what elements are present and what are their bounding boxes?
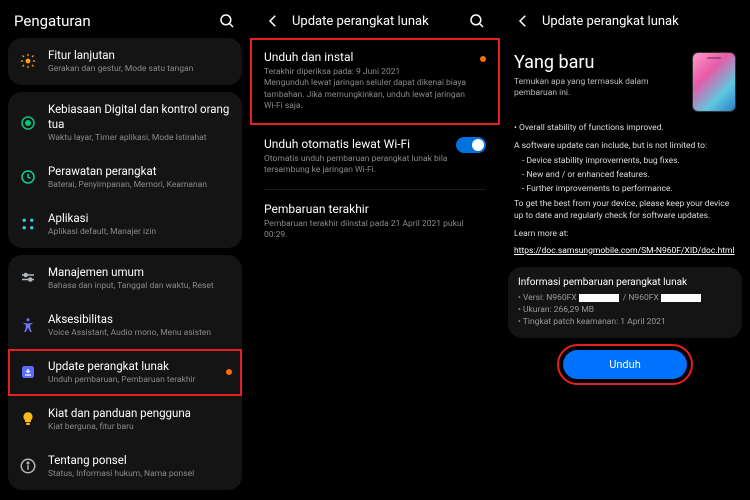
group: Kebiasaan Digital dan kontrol orang tua … <box>8 92 242 248</box>
row-subtitle: Terakhir diperiksa pada: 9 Juni 2021 Men… <box>264 67 472 113</box>
row-unduh-otomatis[interactable]: Unduh otomatis lewat Wi-Fi Otomatis undu… <box>250 125 500 189</box>
wellbeing-icon <box>18 113 38 133</box>
info-line: • Ukuran: 266,29 MB <box>518 305 732 317</box>
hero-title: Yang baru <box>514 52 682 73</box>
row-fitur-lanjutan[interactable]: Fitur lanjutan Gerakan dan gestur, Mode … <box>8 38 242 85</box>
learn-more-link[interactable]: https://doc.samsungmobile.com/SM-N960F/X… <box>514 245 735 257</box>
accessibility-icon <box>18 315 38 335</box>
header: Pengaturan <box>0 0 250 38</box>
tips-icon <box>18 409 38 429</box>
changelog: • Overall stability of functions improve… <box>500 122 750 257</box>
row-text: Manajemen umum Bahasa dan input, Tanggal… <box>48 265 232 292</box>
row-title: Unduh otomatis lewat Wi-Fi <box>264 137 448 151</box>
page-title: Update perangkat lunak <box>292 14 458 29</box>
notification-badge <box>226 369 232 375</box>
device-image <box>692 52 736 112</box>
search-icon[interactable] <box>218 12 236 30</box>
row-subtitle: Bahasa dan input, Tanggal dan waktu, Res… <box>48 281 232 292</box>
row-subtitle: Otomatis unduh pembaruan perangkat lunak… <box>264 154 448 177</box>
row-text: Kebiasaan Digital dan kontrol orang tua … <box>48 102 232 144</box>
page-title: Pengaturan <box>14 12 208 30</box>
info-line: • Tingkat patch keamanan: 1 April 2021 <box>518 317 732 329</box>
row-text: Update perangkat lunak Unduh pembaruan, … <box>48 359 216 386</box>
row-kebiasaan-digital[interactable]: Kebiasaan Digital dan kontrol orang tua … <box>8 92 242 154</box>
row-subtitle: Aplikasi default, Manajer izin <box>48 227 232 238</box>
row-title: Manajemen umum <box>48 265 232 280</box>
row-title: Tentang ponsel <box>48 453 232 468</box>
row-subtitle: Voice Assistant, Audio mono, Menu asiste… <box>48 328 232 339</box>
device-care-icon <box>18 167 38 187</box>
row-text: Perawatan perangkat Baterai, Penyimpanan… <box>48 164 232 191</box>
settings-panel: Pengaturan Fitur lanjutan Gerakan dan ge… <box>0 0 250 500</box>
row-text: Aksesibilitas Voice Assistant, Audio mon… <box>48 312 232 339</box>
about-icon <box>18 456 38 476</box>
group: Manajemen umum Bahasa dan input, Tanggal… <box>8 255 242 490</box>
row-text: Kiat dan panduan pengguna Kiat berguna, … <box>48 406 232 433</box>
settings-list: Fitur lanjutan Gerakan dan gestur, Mode … <box>0 38 250 500</box>
header: Update perangkat lunak <box>250 0 500 38</box>
row-pembaruan-terakhir[interactable]: Pembaruan terakhir Pembaruan terakhir di… <box>250 190 500 254</box>
changelog-line: Learn more at: <box>514 228 736 240</box>
button-bar: Unduh <box>500 338 750 395</box>
advanced-icon <box>18 51 38 71</box>
page-title: Update perangkat lunak <box>542 14 736 29</box>
row-subtitle: Pembaruan terakhir diinstal pada 21 Apri… <box>264 219 486 242</box>
redacted <box>661 294 701 302</box>
row-update-perangkat-lunak[interactable]: Update perangkat lunak Unduh pembaruan, … <box>8 349 242 396</box>
back-icon[interactable] <box>264 12 282 30</box>
general-icon <box>18 268 38 288</box>
row-subtitle: Waktu layar, Timer aplikasi, Mode Istira… <box>48 133 232 144</box>
row-subtitle: Baterai, Penyimpanan, Memori, Keamanan <box>48 180 232 191</box>
row-aplikasi[interactable]: Aplikasi Aplikasi default, Manajer izin <box>8 201 242 248</box>
apps-icon <box>18 214 38 234</box>
row-unduh-instal[interactable]: Unduh dan instal Terakhir diperiksa pada… <box>250 38 500 125</box>
back-icon[interactable] <box>514 12 532 30</box>
group: Fitur lanjutan Gerakan dan gestur, Mode … <box>8 38 242 85</box>
header: Update perangkat lunak <box>500 0 750 38</box>
row-title: Unduh dan instal <box>264 50 472 64</box>
row-title: Kebiasaan Digital dan kontrol orang tua <box>48 102 232 132</box>
hero-subtitle: Temukan apa yang termasuk dalam pembarua… <box>514 77 682 99</box>
row-title: Pembaruan terakhir <box>264 202 486 216</box>
row-title: Fitur lanjutan <box>48 48 232 63</box>
row-manajemen-umum[interactable]: Manajemen umum Bahasa dan input, Tanggal… <box>8 255 242 302</box>
update-list-panel: Update perangkat lunak Unduh dan instal … <box>250 0 500 500</box>
update-info-card: Informasi pembaruan perangkat lunak • Ve… <box>508 267 742 339</box>
update-detail-panel: Update perangkat lunak Yang baru Temukan… <box>500 0 750 500</box>
search-icon[interactable] <box>468 12 486 30</box>
wifi-auto-toggle[interactable] <box>456 137 486 153</box>
info-line: • Versi: N960FX / N960FX <box>518 293 732 305</box>
row-title: Perawatan perangkat <box>48 164 232 179</box>
row-subtitle: Status, Informasi hukum, Nama ponsel <box>48 469 232 480</box>
changelog-line: To get the best from your device, please… <box>514 198 736 223</box>
changelog-line: - New and / or enhanced features. <box>514 169 736 181</box>
redacted <box>579 294 619 302</box>
download-button[interactable]: Unduh <box>563 350 687 379</box>
row-subtitle: Gerakan dan gestur, Mode satu tangan <box>48 64 232 75</box>
hero: Yang baru Temukan apa yang termasuk dala… <box>500 38 750 122</box>
row-subtitle: Unduh pembaruan, Pembaruan terakhir <box>48 375 216 386</box>
changelog-line: - Device stability improvements, bug fix… <box>514 155 736 167</box>
info-title: Informasi pembaruan perangkat lunak <box>518 277 732 288</box>
row-text: Tentang ponsel Status, Informasi hukum, … <box>48 453 232 480</box>
row-title: Kiat dan panduan pengguna <box>48 406 232 421</box>
row-tentang-ponsel[interactable]: Tentang ponsel Status, Informasi hukum, … <box>8 443 242 490</box>
row-title: Aplikasi <box>48 211 232 226</box>
notification-badge <box>480 56 486 62</box>
row-text: Fitur lanjutan Gerakan dan gestur, Mode … <box>48 48 232 75</box>
row-title: Update perangkat lunak <box>48 359 216 374</box>
download-highlight: Unduh <box>561 348 689 381</box>
row-kiat[interactable]: Kiat dan panduan pengguna Kiat berguna, … <box>8 396 242 443</box>
row-title: Aksesibilitas <box>48 312 232 327</box>
update-icon <box>18 362 38 382</box>
changelog-line: - Further improvements to performance. <box>514 183 736 195</box>
row-text: Aplikasi Aplikasi default, Manajer izin <box>48 211 232 238</box>
changelog-line: A software update can include, but is no… <box>514 140 736 152</box>
row-perawatan[interactable]: Perawatan perangkat Baterai, Penyimpanan… <box>8 154 242 201</box>
row-subtitle: Kiat berguna, fitur baru <box>48 422 232 433</box>
changelog-line: • Overall stability of functions improve… <box>514 122 736 134</box>
row-aksesibilitas[interactable]: Aksesibilitas Voice Assistant, Audio mon… <box>8 302 242 349</box>
